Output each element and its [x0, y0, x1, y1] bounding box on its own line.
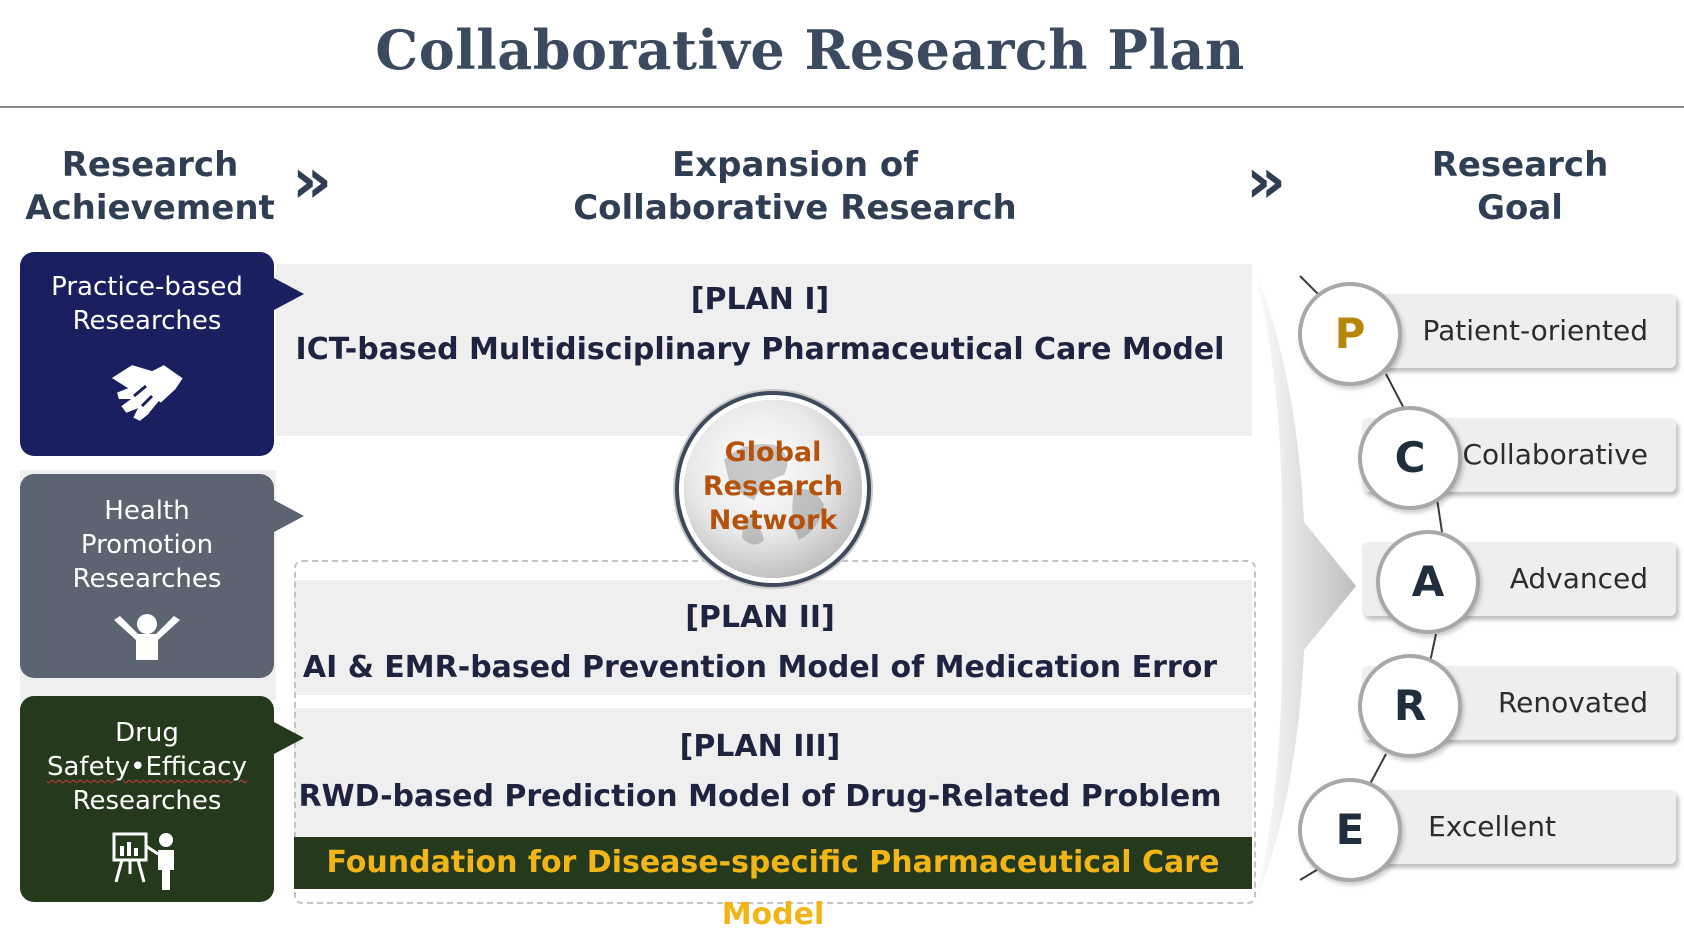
achievement-drug-line2: Safety•Efficacy: [47, 752, 247, 782]
page-title: Collaborative Research Plan: [375, 18, 1245, 82]
header-research-achievement: Research Achievement: [25, 145, 275, 228]
achievement-drug-line3: Researches: [72, 786, 222, 816]
chevron-right-icon: »: [1246, 144, 1286, 217]
globe-label: Global Research Network: [702, 437, 844, 536]
plan-2-title: AI & EMR-based Prevention Model of Medic…: [302, 650, 1218, 685]
chevron-right-icon: »: [292, 144, 332, 217]
goal-circle-c: C: [1358, 406, 1462, 510]
goal-label-excellent: Excellent: [1428, 810, 1556, 843]
achievement-practice: Practice-based Researches: [20, 252, 304, 456]
pointer-arrow: [274, 722, 304, 754]
plan-1-tag: [PLAN I]: [690, 282, 830, 317]
achievement-health: Health Promotion Researches: [20, 474, 304, 678]
globe-icon: Global Research Network: [684, 400, 862, 578]
pointer-arrow: [274, 500, 304, 532]
title-divider: [0, 106, 1684, 108]
achievement-drug: Drug Safety•Efficacy Researches: [20, 696, 304, 902]
goal-label-advanced: Advanced: [1509, 562, 1648, 595]
achievement-drug-line1: Drug: [115, 718, 179, 748]
plan-3-tag: [PLAN III]: [679, 729, 841, 764]
person-cheering-icon: [114, 614, 180, 660]
goal-circle-r: R: [1358, 654, 1462, 758]
plan-3-title: RWD-based Prediction Model of Drug-Relat…: [298, 779, 1222, 814]
achievement-health-label: Health Promotion Researches: [72, 496, 222, 594]
foundation-banner: Foundation for Disease-specific Pharmace…: [294, 837, 1252, 932]
goal-label-patient: Patient-oriented: [1422, 314, 1649, 347]
plan-2-tag: [PLAN II]: [685, 600, 835, 635]
handshake-icon: [108, 362, 186, 424]
presenter-chart-icon: [112, 832, 174, 890]
pointer-arrow: [274, 278, 304, 310]
plan-1-title: ICT-based Multidisciplinary Pharmaceutic…: [295, 332, 1225, 367]
header-research-goal: Research Goal: [1431, 145, 1609, 228]
goal-bar-patient: Patient-oriented: [1362, 294, 1676, 368]
goal-bar-excellent: Excellent: [1362, 790, 1676, 864]
achievement-practice-label: Practice-based Researches: [51, 272, 243, 336]
goal-circle-e: E: [1298, 778, 1402, 882]
goal-label-collaborative: Collaborative: [1462, 438, 1648, 471]
goal-label-renovated: Renovated: [1497, 686, 1648, 719]
achievement-drug-line2-wrap: Safety•Efficacy: [20, 750, 274, 784]
goal-circle-a: A: [1376, 530, 1480, 634]
goal-circle-p: P: [1298, 282, 1402, 386]
header-expansion: Expansion of Collaborative Research: [573, 145, 1017, 228]
